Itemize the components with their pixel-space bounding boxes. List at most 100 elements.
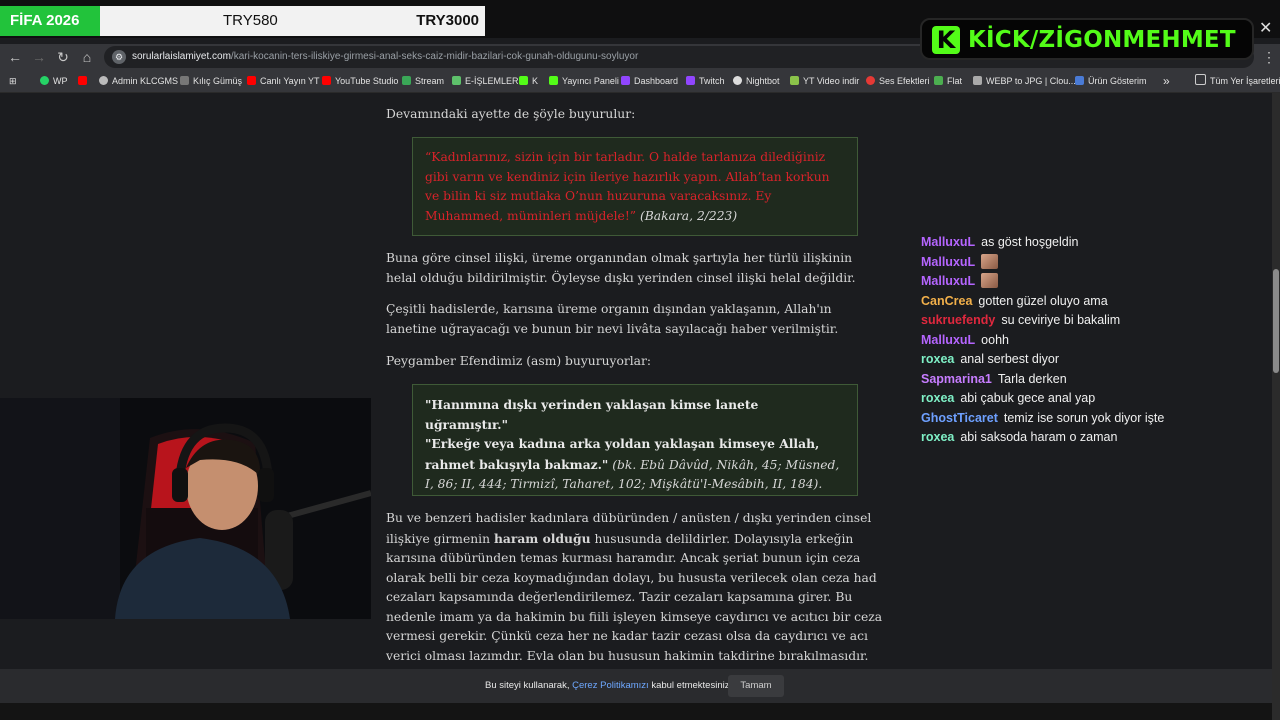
kick-logo-icon: K [932,26,960,54]
chat-message: roxea abi saksoda haram o zaman [921,428,1261,448]
page-scrollbar[interactable] [1272,93,1280,720]
chat-username[interactable]: CanCrea [921,294,972,308]
chat-message: MalluxuL as göst hoşgeldin [921,233,1261,253]
site-icon [180,76,189,85]
all-bookmarks-folder[interactable]: Tüm Yer İşaretleri [1195,70,1280,92]
bookmark-admin[interactable]: Admin KLCGMS [99,70,178,92]
price-left: TRY580 [223,12,278,29]
folder-icon [1195,74,1206,85]
chat-message: roxea abi çabuk gece anal yap [921,389,1261,409]
url-path: /kari-kocanin-ters-iliskiye-girmesi-anal… [230,51,639,62]
youtube-icon [247,76,256,85]
hadith-line: "Hanımına dışkı yerinden yaklaşan kimse … [425,397,759,432]
bookmark-youtube[interactable] [78,70,91,92]
chat-message: MalluxuL [921,272,1261,292]
chat-text: su ceviriye bi bakalim [1001,313,1121,327]
bookmark-kilic[interactable]: Kılıç Gümüş [180,70,242,92]
bookmark-twitch[interactable]: Twitch [686,70,725,92]
bookmark-wp[interactable]: WP [40,70,68,92]
cookie-accept-button[interactable]: Tamam [728,675,784,697]
chat-text: as göst hoşgeldin [981,235,1079,249]
chat-username[interactable]: roxea [921,352,954,366]
bookmark-e-islemler[interactable]: E-İŞLEMLER [452,70,519,92]
bookmark-k[interactable]: K [519,70,538,92]
nightbot-icon [733,76,742,85]
browser-menu-icon[interactable]: ⋮ [1262,44,1276,70]
twitch-icon [621,76,630,85]
bookmark-yayinci-paneli[interactable]: Yayıncı Paneli [549,70,619,92]
site-icon [402,76,411,85]
chat-username[interactable]: MalluxuL [921,235,975,249]
chat-username[interactable]: MalluxuL [921,255,975,269]
chat-text: abi çabuk gece anal yap [960,391,1096,405]
cookie-text: Bu siteyi kullanarak, Çerez Politikamızı… [485,680,733,691]
streamer-webcam-image [0,398,371,619]
youtube-icon [78,76,87,85]
reload-icon[interactable]: ↻ [54,44,72,70]
article-paragraph: Devamındaki ayette de şöyle buyurulur: [386,107,636,121]
article-paragraph: Peygamber Efendimiz (asm) buyuruyorlar: [386,354,652,368]
bookmark-ses-efektleri[interactable]: Ses Efektleri [866,70,930,92]
emphasis-text: haram olduğu [493,530,591,546]
chat-text: abi saksoda haram o zaman [960,430,1118,444]
bookmark-webp-to-jpg[interactable]: WEBP to JPG | Clou... [973,70,1076,92]
price-right: TRY3000 [416,12,479,29]
quote-box-hadith: "Hanımına dışkı yerinden yaklaşan kimse … [412,384,858,496]
site-icon [934,76,943,85]
site-icon [973,76,982,85]
forward-icon[interactable]: → [30,44,48,70]
chat-message: sukruefendy su ceviriye bi bakalim [921,311,1261,331]
chat-message: GhostTicaret temiz ise sorun yok diyor iş… [921,409,1261,429]
bookmarks-overflow-button[interactable]: » [1163,70,1170,92]
quote-box-verse: “Kadınlarınız, sizin için bir tarladır. … [412,137,858,236]
url-text: sorularlaislamiyet.com/kari-kocanin-ters… [132,46,638,68]
whatsapp-icon [40,76,49,85]
site-icon [99,76,108,85]
bookmark-flat[interactable]: Flat [934,70,962,92]
chat-message: CanCrea gotten güzel oluyo ama [921,292,1261,312]
chat-text: temiz ise sorun yok diyor işte [1003,410,1165,425]
close-icon[interactable]: ✕ [1259,18,1272,38]
site-icon [1075,76,1084,85]
price-bar: TRY580 TRY3000 [100,6,485,36]
chat-username[interactable]: roxea [921,430,954,444]
verse-reference: (Bakara, 2/223) [636,208,738,223]
chat-username[interactable]: Sapmarina1 [921,372,992,386]
article-paragraph: Çeşitli hadislerde, karısına üreme organ… [386,302,839,336]
chat-message: roxea anal serbest diyor [921,350,1261,370]
chat-username[interactable]: GhostTicaret [921,411,998,425]
chat-message: MalluxuL oohh [921,331,1261,351]
cookie-policy-link[interactable]: Çerez Politikamızı [572,680,649,691]
chat-username[interactable]: roxea [921,391,954,405]
page-bottom-strip [0,703,1272,720]
bookmark-canli-yayin[interactable]: Canlı Yayın YT [247,70,320,92]
chat-username[interactable]: MalluxuL [921,274,975,288]
back-icon[interactable]: ← [6,44,24,70]
chat-message: Sapmarina1 Tarla derken [921,370,1261,390]
bookmark-stream[interactable]: Stream [402,70,444,92]
home-icon[interactable]: ⌂ [78,44,96,70]
chat-username[interactable]: sukruefendy [921,313,995,327]
chat-message: MalluxuL [921,253,1261,273]
article-paragraph: Buna göre cinsel ilişki, üreme organında… [386,251,856,285]
bookmark-nightbot[interactable]: Nightbot [733,70,780,92]
bookmark-urun-gosterim[interactable]: Ürün Gösterim [1075,70,1147,92]
bookmarks-bar: ⊞ WP Admin KLCGMS Kılıç Gümüş Canlı Yayı… [0,70,1280,93]
chat-username[interactable]: MalluxuL [921,333,975,347]
twitch-icon [686,76,695,85]
bookmark-dashboard[interactable]: Dashboard [621,70,678,92]
bookmark-youtube-studio[interactable]: YouTube Studio [322,70,398,92]
scrollbar-thumb[interactable] [1273,269,1279,373]
site-icon [866,76,875,85]
cookie-banner: Bu siteyi kullanarak, Çerez Politikamızı… [0,669,1272,703]
chat-text: Tarla derken [997,371,1067,386]
kick-icon [549,76,558,85]
apps-grid-icon[interactable]: ⊞ [9,70,17,92]
verse-text: “Kadınlarınız, sizin için bir tarladır. … [425,150,830,223]
chat-text: anal serbest diyor [960,352,1060,366]
url-domain: sorularlaislamiyet.com [132,51,231,62]
site-info-icon[interactable]: ⚙ [112,50,126,64]
game-label: FİFA 2026 [0,6,100,36]
kick-overlay: K KİCK/ZİGONMEHMET [920,18,1254,60]
bookmark-yt-video-indir[interactable]: YT Video indir [790,70,859,92]
